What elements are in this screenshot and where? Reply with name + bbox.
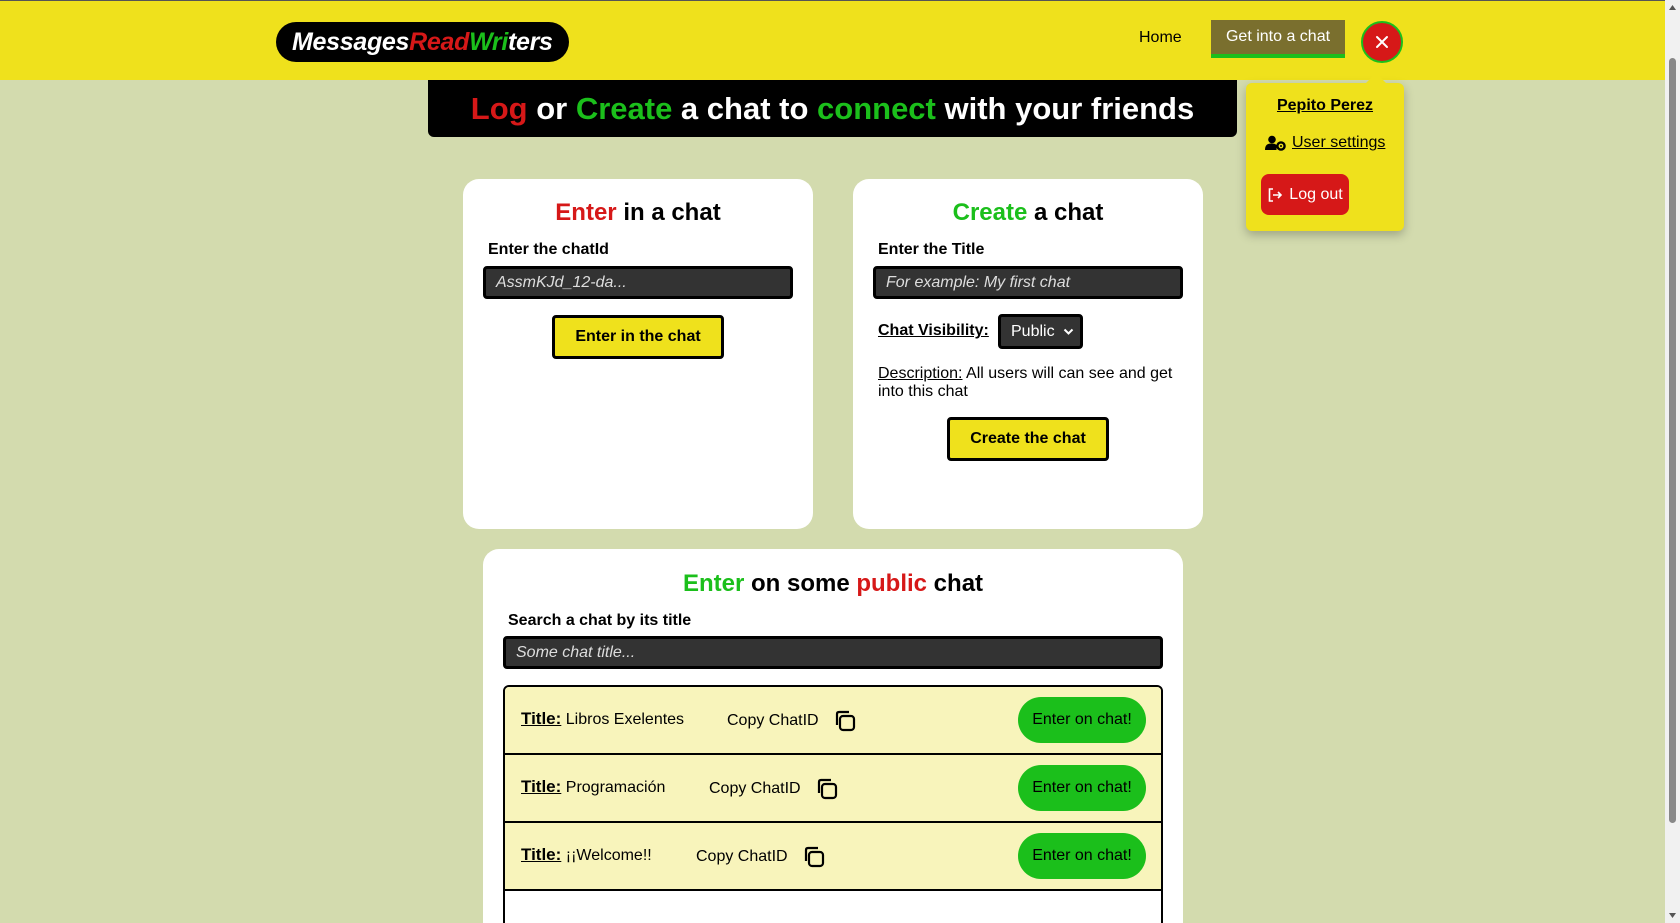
enter-chat-button[interactable]: Enter in the chat	[552, 315, 724, 359]
nav-get-into-chat-link[interactable]: Get into a chat	[1211, 20, 1345, 58]
create-chat-heading: Create a chat	[853, 199, 1203, 227]
top-navbar: Messages Read Wri ters Home Get into a c…	[0, 0, 1665, 80]
app-logo[interactable]: Messages Read Wri ters	[276, 22, 569, 62]
search-chat-input[interactable]: Some chat title...	[503, 636, 1163, 669]
copy-icon	[804, 846, 824, 868]
chat-title-prefix: Title:	[521, 777, 562, 796]
description-label: Description:	[878, 365, 963, 382]
visibility-description: Description: All users will can see and …	[878, 365, 1183, 401]
close-icon	[1376, 36, 1388, 48]
chat-visibility-value: Public	[1011, 322, 1055, 340]
chatid-input[interactable]: AssmKJd_12-da...	[483, 266, 793, 299]
banner-word-with-friends: with your friends	[935, 90, 1195, 126]
banner-word-connect: connect	[817, 90, 936, 126]
chat-title-input[interactable]: For example: My first chat	[873, 266, 1183, 299]
banner-word-or: or	[527, 90, 576, 126]
enter-chat-heading-rest: in a chat	[616, 199, 721, 226]
chat-title-label: Enter the Title	[878, 241, 985, 258]
chat-title-value: Programación	[565, 779, 666, 796]
logout-button[interactable]: Log out	[1261, 174, 1349, 215]
chat-title-value: Libros Exelentes	[565, 711, 685, 728]
copy-chatid-label: Copy ChatID	[709, 780, 801, 797]
copy-chatid-button[interactable]: Copy ChatID	[709, 777, 839, 801]
enter-on-chat-button[interactable]: Enter on chat!	[1018, 833, 1146, 879]
chat-title: Title: Libros Exelentes	[521, 709, 684, 729]
enter-on-chat-button[interactable]: Enter on chat!	[1018, 697, 1146, 743]
chat-title: Title: Programación	[521, 777, 665, 797]
create-chat-heading-accent: Create	[952, 199, 1028, 226]
copy-chatid-button[interactable]: Copy ChatID	[727, 709, 857, 733]
chat-title-prefix: Title:	[521, 845, 562, 864]
page-banner: Log or Create a chat to connect with you…	[428, 80, 1237, 137]
scroll-up-arrow-icon[interactable]	[1668, 3, 1677, 12]
user-gear-icon	[1265, 135, 1286, 151]
public-heading-on-some: on some	[744, 570, 857, 597]
copy-chatid-label: Copy ChatID	[727, 712, 819, 729]
chat-visibility-label: Chat Visibility:	[878, 322, 989, 339]
chat-title: Title: ¡¡Welcome!!	[521, 845, 652, 865]
nav-home-link[interactable]: Home	[1139, 29, 1182, 47]
logout-icon	[1268, 187, 1283, 202]
logo-text-wri: Wri	[469, 27, 508, 56]
chat-title-value: ¡¡Welcome!!	[565, 847, 652, 864]
list-item: Title: Programación Copy ChatID Enter on…	[505, 755, 1161, 823]
logo-text-messages: Messages	[292, 27, 410, 56]
chevron-down-icon	[1063, 328, 1074, 335]
banner-word-a-chat-to: a chat to	[672, 90, 818, 126]
create-chat-card: Create a chat Enter the Title For exampl…	[853, 179, 1203, 529]
logo-text-ters: ters	[507, 27, 553, 56]
copy-chatid-label: Copy ChatID	[696, 848, 788, 865]
list-item: Title: ¡¡Welcome!! Copy ChatID Enter on …	[505, 823, 1161, 891]
create-chat-heading-rest: a chat	[1027, 199, 1104, 226]
scrollbar-thumb[interactable]	[1669, 58, 1676, 823]
user-menu-dropdown: Pepito Perez User settings Log out	[1246, 73, 1404, 231]
public-heading-enter: Enter	[682, 570, 745, 597]
user-name-link[interactable]: Pepito Perez	[1246, 97, 1404, 115]
logo-text-read: Read	[409, 27, 470, 56]
scroll-down-arrow-icon[interactable]	[1668, 911, 1677, 920]
public-heading-chat: chat	[927, 570, 984, 597]
enter-chat-heading: Enter in a chat	[463, 199, 813, 227]
banner-word-log: Log	[470, 90, 528, 126]
enter-chat-heading-accent: Enter	[555, 199, 617, 226]
banner-word-create: Create	[575, 90, 673, 126]
copy-icon	[817, 778, 837, 800]
list-item: Title: Libros Exelentes Copy ChatID Ente…	[505, 687, 1161, 755]
user-settings-link[interactable]: User settings	[1265, 134, 1385, 152]
enter-chat-card: Enter in a chat Enter the chatId AssmKJd…	[463, 179, 813, 529]
public-chat-list: Title: Libros Exelentes Copy ChatID Ente…	[503, 685, 1163, 923]
user-settings-label: User settings	[1292, 134, 1386, 151]
search-chat-label: Search a chat by its title	[508, 612, 692, 629]
page-scrollbar[interactable]	[1665, 0, 1680, 923]
close-user-menu-button[interactable]	[1361, 21, 1403, 63]
logout-label: Log out	[1289, 185, 1343, 203]
public-chats-heading: Enter on some public chat	[483, 570, 1183, 598]
enter-on-chat-button[interactable]: Enter on chat!	[1018, 765, 1146, 811]
chatid-label: Enter the chatId	[488, 241, 609, 258]
chat-title-prefix: Title:	[521, 709, 562, 728]
public-heading-public: public	[856, 570, 928, 597]
copy-chatid-button[interactable]: Copy ChatID	[696, 845, 826, 869]
create-chat-button[interactable]: Create the chat	[947, 417, 1109, 461]
chat-visibility-select[interactable]: Public	[998, 314, 1083, 349]
copy-icon	[835, 710, 855, 732]
